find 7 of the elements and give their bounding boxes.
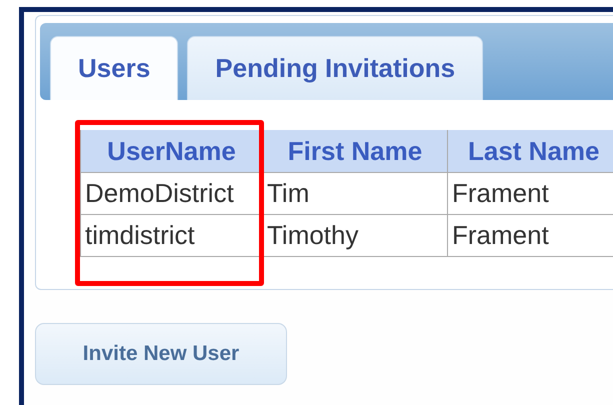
column-header[interactable]: First Name bbox=[262, 130, 448, 172]
tab[interactable]: Pending Invitations bbox=[187, 36, 484, 100]
table-cell: Tim bbox=[262, 172, 448, 214]
tab[interactable]: Users bbox=[50, 36, 178, 100]
invite-button[interactable]: Invite New User bbox=[35, 323, 287, 385]
table-cell: Timothy bbox=[262, 214, 448, 256]
column-header[interactable]: Last Name bbox=[448, 130, 613, 172]
